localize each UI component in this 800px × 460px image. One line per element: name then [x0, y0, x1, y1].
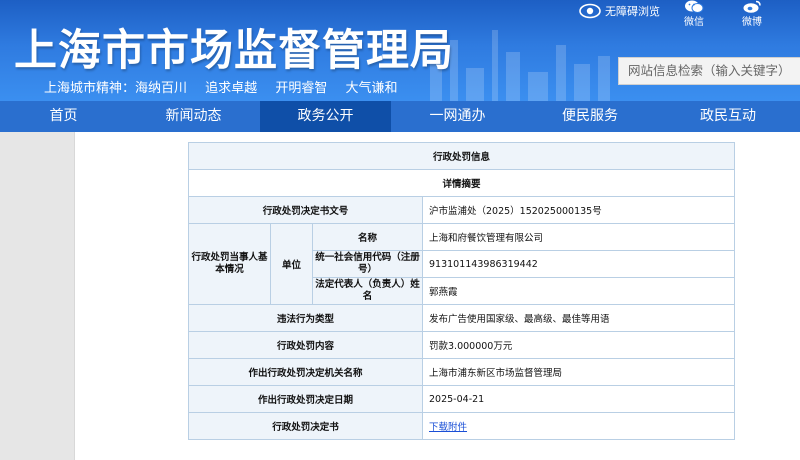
date-label: 作出行政处罚决定日期 [188, 385, 423, 413]
weibo-icon [743, 0, 761, 13]
table-row: 作出行政处罚决定机关名称 上海市浦东新区市场监督管理局 [188, 358, 736, 386]
table-row: 作出行政处罚决定日期 2025-04-21 [188, 385, 736, 413]
nav-item-news[interactable]: 新闻动态 [127, 101, 260, 132]
decision-doc-label: 行政处罚决定书 [188, 412, 423, 440]
penalty-detail-table: 行政处罚信息 详情摘要 行政处罚决定书文号 沪市监浦处（2025）1520250… [187, 142, 736, 440]
legal-rep-value: 郭燕霞 [421, 277, 736, 305]
doc-no-label: 行政处罚决定书文号 [188, 196, 423, 224]
doc-no-value: 沪市监浦处（2025）152025000135号 [421, 196, 736, 224]
nav-item-online-service[interactable]: 一网通办 [391, 101, 524, 132]
slogan-part: 大气谦和 [345, 81, 398, 96]
nav-item-gov-affairs[interactable]: 政务公开 [260, 101, 391, 132]
wechat-label: 微信 [684, 17, 704, 28]
weibo-label: 微博 [742, 17, 762, 28]
authority-value: 上海市浦东新区市场监督管理局 [421, 358, 736, 386]
weibo-link[interactable]: 微博 [738, 0, 766, 28]
content-panel: 行政处罚信息 详情摘要 行政处罚决定书文号 沪市监浦处（2025）1520250… [74, 132, 800, 460]
slogan-part: 上海城市精神：海纳百川 [44, 81, 188, 96]
search-input[interactable]: 网站信息检索（输入关键字） [618, 57, 800, 85]
slogan-part: 追求卓越 [205, 81, 258, 96]
summary-heading: 详情摘要 [187, 169, 736, 197]
nav-item-public-service[interactable]: 便民服务 [524, 101, 656, 132]
table-row: 详情摘要 [187, 169, 736, 197]
table-row: 行政处罚决定书文号 沪市监浦处（2025）152025000135号 [188, 196, 736, 224]
accessibility-link[interactable]: 无障碍浏览 [579, 3, 660, 19]
city-slogan: 上海城市精神：海纳百川 追求卓越 开明睿智 大气谦和 [44, 77, 411, 96]
table-row: 行政处罚决定书 下载附件 [188, 412, 736, 440]
table-row: 违法行为类型 发布广告使用国家级、最高级、最佳等用语 [188, 304, 736, 332]
table-heading: 行政处罚信息 [187, 142, 736, 170]
nav-item-interaction[interactable]: 政民互动 [656, 101, 800, 132]
site-header: 上海市市场监督管理局 上海城市精神：海纳百川 追求卓越 开明睿智 大气谦和 无障… [0, 0, 800, 101]
table-row: 行政处罚内容 罚款3.000000万元 [188, 331, 736, 359]
eye-icon [579, 3, 601, 19]
site-title[interactable]: 上海市市场监督管理局 [14, 16, 454, 78]
credit-code-label: 统一社会信用代码（注册号） [312, 250, 423, 278]
nav-item-home[interactable]: 首页 [0, 101, 127, 132]
party-label: 行政处罚当事人基本情况 [188, 223, 271, 305]
authority-label: 作出行政处罚决定机关名称 [188, 358, 423, 386]
date-value: 2025-04-21 [421, 385, 736, 413]
violation-type-label: 违法行为类型 [188, 304, 423, 332]
table-row: 行政处罚信息 [187, 142, 736, 170]
slogan-part: 开明睿智 [275, 81, 328, 96]
wechat-icon [685, 0, 704, 13]
legal-rep-label: 法定代表人（负责人）姓名 [312, 277, 423, 305]
main-nav: 首页 新闻动态 政务公开 一网通办 便民服务 政民互动 [0, 101, 800, 132]
table-row: 行政处罚当事人基本情况 单位 名称 上海和府餐饮管理有限公司 [188, 223, 736, 305]
name-value: 上海和府餐饮管理有限公司 [421, 223, 736, 251]
violation-type-value: 发布广告使用国家级、最高级、最佳等用语 [421, 304, 736, 332]
credit-code-value: 913101143986319442 [421, 250, 736, 278]
penalty-content-label: 行政处罚内容 [188, 331, 423, 359]
decision-doc-cell: 下载附件 [421, 412, 736, 440]
download-attachment-link[interactable]: 下载附件 [429, 422, 467, 433]
penalty-content-value: 罚款3.000000万元 [421, 331, 736, 359]
name-label: 名称 [312, 223, 423, 251]
unit-label: 单位 [270, 223, 313, 305]
wechat-link[interactable]: 微信 [680, 0, 708, 28]
accessibility-label: 无障碍浏览 [605, 5, 660, 18]
